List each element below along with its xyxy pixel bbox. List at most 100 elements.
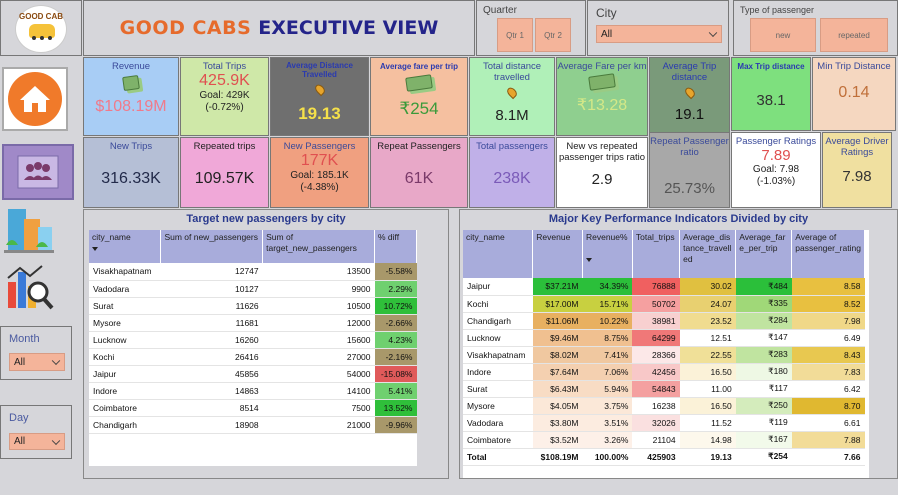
target-col-city[interactable]: city_name: [89, 230, 162, 263]
kpi-cell-city: Indore: [463, 363, 533, 381]
kpi-col-city[interactable]: city_name: [463, 230, 534, 278]
kpi-average-distance-value: 19.13: [298, 104, 341, 123]
kpi-passenger-ratings-value: 7.89: [761, 147, 791, 164]
kpi-repeat-passengers: Repeat Passengers 61K: [370, 137, 468, 208]
day-dropdown[interactable]: All: [9, 433, 65, 450]
target-table-container: city_name Sum of new_passengers Sum of t…: [89, 230, 417, 466]
kpi-col-trips[interactable]: Total_trips: [632, 230, 681, 278]
city-dropdown-value: All: [601, 28, 613, 40]
kpi-repeated-trips-value: 109.57K: [194, 170, 255, 187]
target-table-row[interactable]: Vadodara 10127 9900 2.29%: [89, 280, 417, 298]
city-dropdown[interactable]: All: [596, 25, 722, 43]
kpi-table-row[interactable]: Chandigarh $11.06M 10.22% 38981 23.52 ₹284 7.9…: [463, 312, 865, 330]
kpi-new-vs-repeated-ratio: New vs repeated passenger trips ratio 2.…: [556, 137, 648, 208]
target-cell-diff: -9.96%: [374, 416, 417, 434]
target-col-new[interactable]: Sum of new_passengers: [160, 230, 264, 263]
kpi-table-row[interactable]: Visakhapatnam $8.02M 7.41% 28366 22.55 ₹283 8.…: [463, 346, 865, 364]
kpi-col-revenue[interactable]: Revenue: [532, 230, 583, 278]
target-table-row[interactable]: Visakhapatnam 12747 13500 -5.58%: [89, 263, 417, 281]
kpi-table-row[interactable]: Coimbatore $3.52M 3.26% 21104 14.98 ₹167 7.88: [463, 431, 865, 449]
month-slicer-title: Month: [9, 333, 40, 345]
kpi-repeat-passengers-value: 61K: [404, 170, 434, 187]
kpi-cell-rating: 7.88: [791, 431, 865, 449]
kpi-table-row[interactable]: Indore $7.64M 7.06% 42456 16.50 ₹180 7.83: [463, 363, 865, 381]
kpi-average-fare-title: Average fare per trip: [380, 62, 458, 71]
kpi-cell-revenue: $6.43M: [532, 380, 583, 398]
title-part1: GOOD CABS: [119, 17, 252, 39]
target-col-diff[interactable]: % diff: [374, 230, 417, 263]
kpi-average-fare-per-km: Average Fare per km ₹13.28: [556, 57, 648, 136]
kpi-cell-city: Mysore: [463, 397, 533, 415]
kpi-table-row[interactable]: Surat $6.43M 5.94% 54843 11.00 ₹117 6.42: [463, 380, 865, 398]
logo-panel: GOOD CAB: [0, 0, 82, 56]
kpi-table-row[interactable]: Kochi $17.00M 15.71% 50702 24.07 ₹335 8.52: [463, 295, 865, 313]
month-dropdown[interactable]: All: [9, 353, 65, 371]
target-table-row[interactable]: Lucknow 16260 15600 4.23%: [89, 331, 417, 349]
target-cell-city: Jaipur: [89, 365, 161, 383]
kpi-total-dist: 19.13: [679, 447, 736, 466]
target-cell-city: Visakhapatnam: [89, 263, 161, 281]
logo-text: GOOD CAB: [19, 12, 63, 21]
day-dropdown-value: All: [14, 436, 26, 447]
kpi-cell-fare: ₹117: [735, 380, 792, 398]
analytics-button[interactable]: [2, 260, 56, 314]
kpi-col-fare[interactable]: Average_fare_per_trip: [735, 230, 793, 278]
dashboard-title: GOOD CABS EXECUTIVE VIEW: [83, 0, 475, 56]
target-table-row[interactable]: Indore 14863 14100 5.41%: [89, 382, 417, 400]
city-button[interactable]: [2, 205, 56, 255]
target-cell-target: 10500: [262, 297, 375, 315]
kpi-total-distance-title: Total distance travelled: [482, 61, 542, 83]
kpi-table-row[interactable]: Lucknow $9.46M 8.75% 64299 12.51 ₹147 6.49: [463, 329, 865, 347]
kpi-cell-trips: 28366: [632, 346, 680, 364]
logo: GOOD CAB: [15, 5, 67, 53]
kpi-cell-rating: 8.43: [791, 346, 865, 364]
kpi-new-passengers: New Passengers 177K Goal: 185.1K (-4.38%…: [270, 137, 369, 208]
kpi-average-fare-per-km-value: ₹13.28: [576, 97, 628, 114]
passengers-button[interactable]: [2, 144, 74, 200]
kpi-new-passengers-diff: (-4.38%): [300, 182, 339, 193]
kpi-cell-rating: 8.58: [791, 278, 865, 296]
kpi-cell-fare: ₹484: [735, 278, 792, 296]
kpi-table-row[interactable]: Mysore $4.05M 3.75% 16238 16.50 ₹250 8.70: [463, 397, 865, 415]
kpi-col-rating[interactable]: Average of passenger_rating: [791, 230, 865, 278]
home-button[interactable]: [2, 67, 68, 131]
kpi-average-distance-title: Average Distance Travelled: [286, 61, 353, 79]
kpi-cell-trips: 64299: [632, 329, 680, 347]
target-cell-target: 7500: [262, 399, 375, 417]
quarter-option-q1[interactable]: Qtr 1: [497, 18, 533, 52]
target-table-row[interactable]: Kochi 26416 27000 -2.16%: [89, 348, 417, 366]
kpi-cell-city: Jaipur: [463, 278, 533, 296]
target-table-row[interactable]: Jaipur 45856 54000 -15.08%: [89, 365, 417, 383]
target-cell-diff: 5.41%: [374, 382, 417, 400]
kpi-col-revenue-pct[interactable]: Revenue%: [582, 230, 633, 278]
target-table-row[interactable]: Mysore 11681 12000 -2.66%: [89, 314, 417, 332]
quarter-option-q2[interactable]: Qtr 2: [535, 18, 571, 52]
kpi-table-row[interactable]: Vadodara $3.80M 3.51% 32026 11.52 ₹119 6.61: [463, 414, 865, 432]
kpi-cell-trips: 54843: [632, 380, 680, 398]
target-table-row[interactable]: Coimbatore 8514 7500 13.52%: [89, 399, 417, 417]
kpi-cell-dist: 22.55: [679, 346, 736, 364]
kpi-table-row[interactable]: Jaipur $37.21M 34.39% 76888 30.02 ₹484 8.58: [463, 278, 865, 296]
kpi-cell-trips: 76888: [632, 278, 680, 296]
kpi-cell-city: Surat: [463, 380, 533, 398]
target-cell-diff: -2.66%: [374, 314, 417, 332]
kpi-table-title: Major Key Performance Indicators Divided…: [548, 213, 809, 225]
kpi-cell-fare: ₹284: [735, 312, 792, 330]
target-col-target[interactable]: Sum of target_new_passengers: [262, 230, 375, 263]
kpi-cell-rev-pct: 3.75%: [582, 397, 633, 415]
target-cell-new: 10127: [160, 280, 263, 298]
kpi-total-trips-title: Total Trips: [202, 61, 247, 72]
kpi-average-trip-distance-value: 19.1: [674, 106, 705, 123]
target-table-row[interactable]: Chandigarh 18908 21000 -9.96%: [89, 416, 417, 434]
kpi-col-distance[interactable]: Average_distance_travelled: [679, 230, 737, 278]
kpi-min-trip-distance-value: 0.14: [838, 84, 870, 101]
kpi-cell-fare: ₹180: [735, 363, 792, 381]
kpi-cell-rev-pct: 7.06%: [582, 363, 633, 381]
passenger-type-new[interactable]: new: [750, 18, 816, 52]
passenger-type-repeated[interactable]: repeated: [820, 18, 888, 52]
kpi-cell-rating: 8.52: [791, 295, 865, 313]
kpi-cell-dist: 14.98: [679, 431, 736, 449]
kpi-cell-rev-pct: 3.51%: [582, 414, 633, 432]
target-table-row[interactable]: Surat 11626 10500 10.72%: [89, 297, 417, 315]
kpi-cell-fare: ₹167: [735, 431, 792, 449]
